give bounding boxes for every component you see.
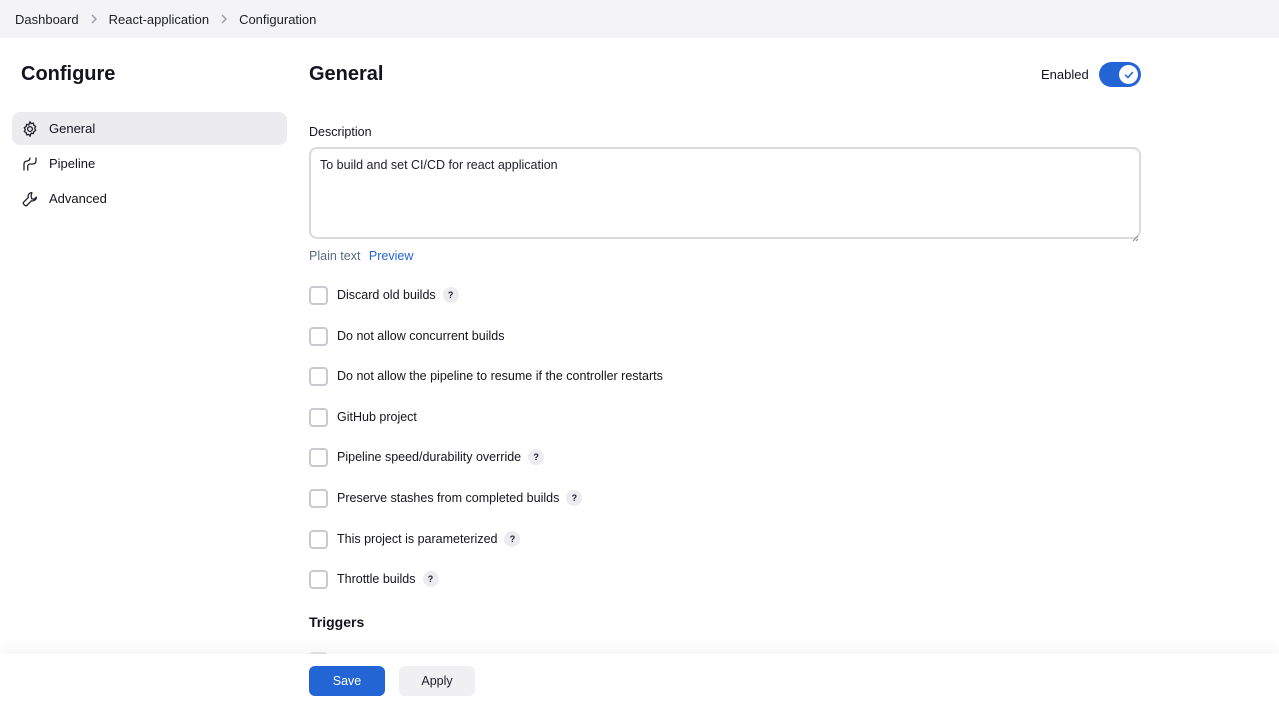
help-icon[interactable]: ? — [504, 531, 521, 547]
wrench-icon — [21, 190, 39, 208]
action-bar — [0, 654, 1279, 707]
option-throttle-builds: Throttle builds ? — [309, 569, 439, 589]
checkbox[interactable] — [309, 366, 328, 386]
breadcrumb-configuration[interactable]: Configuration — [239, 12, 316, 27]
option-label: Do not allow the pipeline to resume if t… — [337, 369, 663, 383]
enabled-toggle[interactable] — [1099, 62, 1141, 87]
option-label: Pipeline speed/durability override — [337, 450, 522, 464]
help-icon[interactable]: ? — [566, 490, 583, 506]
checkbox[interactable] — [309, 488, 328, 508]
sidebar-item-pipeline[interactable]: Pipeline — [12, 147, 287, 180]
sidebar-item-label: General — [49, 121, 96, 136]
option-no-concurrent-builds: Do not allow concurrent builds — [309, 326, 504, 346]
checkbox[interactable] — [309, 407, 328, 427]
check-icon — [1119, 65, 1138, 84]
option-no-resume: Do not allow the pipeline to resume if t… — [309, 366, 663, 386]
apply-button[interactable]: Apply — [399, 666, 475, 696]
option-label: Preserve stashes from completed builds — [337, 491, 560, 505]
option-discard-old-builds: Discard old builds ? — [309, 285, 459, 305]
enabled-label: Enabled — [1041, 67, 1089, 82]
checkbox[interactable] — [309, 285, 328, 305]
section-title-general: General — [309, 63, 384, 85]
chevron-right-icon — [79, 14, 109, 24]
breadcrumb-react-application[interactable]: React-application — [109, 12, 209, 27]
section-title-triggers: Triggers — [309, 614, 365, 630]
checkbox[interactable] — [309, 569, 328, 589]
help-icon[interactable]: ? — [422, 571, 439, 587]
gear-icon — [21, 120, 39, 138]
sidebar-item-general[interactable]: General — [12, 112, 287, 145]
checkbox[interactable] — [309, 529, 328, 549]
sidebar-item-advanced[interactable]: Advanced — [12, 182, 287, 215]
chevron-right-icon — [209, 14, 239, 24]
breadcrumb: Dashboard React-application Configuratio… — [0, 0, 1279, 38]
plain-text-link[interactable]: Plain text — [309, 249, 360, 263]
preview-link[interactable]: Preview — [369, 249, 413, 263]
sidebar-item-label: Pipeline — [49, 156, 96, 171]
sidebar-item-label: Advanced — [49, 191, 107, 206]
option-durability-override: Pipeline speed/durability override ? — [309, 447, 545, 467]
help-icon[interactable]: ? — [528, 449, 545, 465]
option-parameterized: This project is parameterized ? — [309, 529, 521, 549]
option-label: Do not allow concurrent builds — [337, 329, 505, 343]
option-label: Discard old builds — [337, 288, 436, 302]
option-label: Throttle builds — [337, 572, 416, 586]
description-label: Description — [309, 125, 372, 139]
option-preserve-stashes: Preserve stashes from completed builds ? — [309, 488, 583, 508]
format-switch: Plain text Preview — [309, 249, 413, 263]
option-label: This project is parameterized — [337, 532, 498, 546]
pipeline-icon — [21, 155, 39, 173]
breadcrumb-dashboard[interactable]: Dashboard — [15, 12, 79, 27]
checkbox[interactable] — [309, 447, 328, 467]
save-button[interactable]: Save — [309, 666, 385, 696]
resize-grip-icon[interactable] — [1131, 229, 1139, 242]
checkbox[interactable] — [309, 326, 328, 346]
option-label: GitHub project — [337, 410, 417, 424]
description-textarea[interactable]: To build and set CI/CD for react applica… — [309, 147, 1141, 239]
sidebar-title: Configure — [21, 63, 116, 85]
option-github-project: GitHub project — [309, 407, 417, 427]
help-icon[interactable]: ? — [442, 287, 459, 303]
